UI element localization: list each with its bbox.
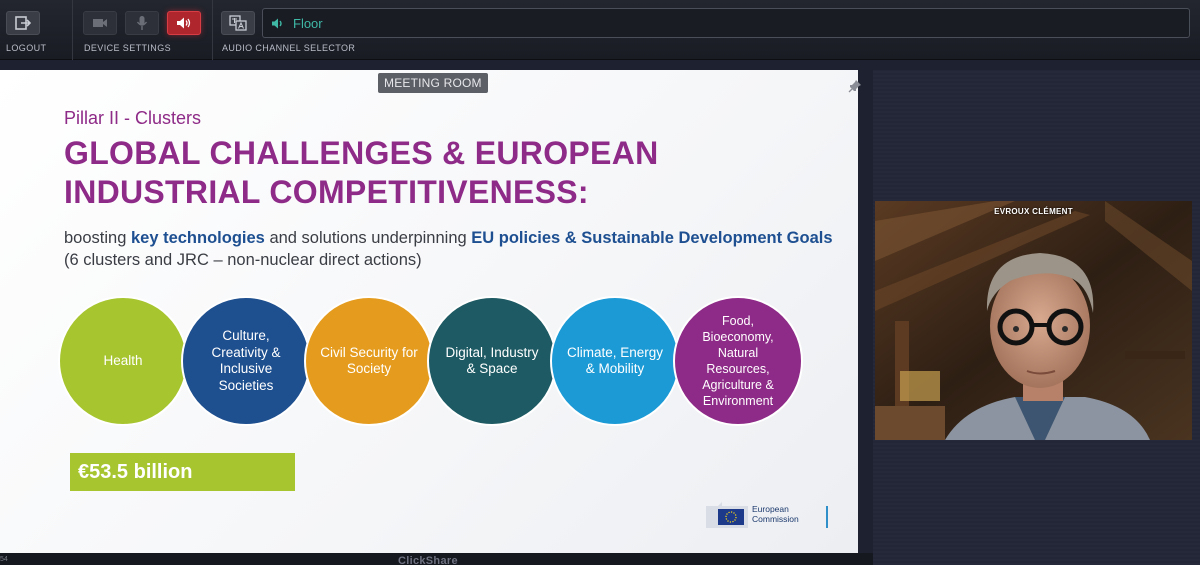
speaker-icon bbox=[272, 18, 282, 28]
microphone-button[interactable] bbox=[125, 11, 159, 35]
microphone-off-icon bbox=[136, 16, 148, 30]
european-commission-logo: European Commission bbox=[706, 498, 830, 532]
logout-icon bbox=[15, 16, 31, 30]
sub-text: boosting bbox=[64, 229, 131, 247]
speaker-button[interactable] bbox=[167, 11, 201, 35]
participant-name: EVROUX CLÉMENT bbox=[994, 207, 1073, 216]
eu-flag-icon bbox=[706, 502, 748, 528]
audio-channel-select[interactable]: Floor bbox=[262, 8, 1190, 38]
cluster-label: Civil Security for Society bbox=[320, 344, 418, 377]
logo-bar bbox=[826, 506, 828, 528]
camera-button[interactable] bbox=[83, 11, 117, 35]
camera-off-icon bbox=[93, 19, 107, 27]
logo-text: European Commission bbox=[752, 504, 799, 524]
budget-banner: €53.5 billion bbox=[70, 453, 295, 491]
sub-text: (6 clusters and JRC – non-nuclear direct… bbox=[64, 251, 422, 269]
slide-subline: boosting key technologies and solutions … bbox=[64, 227, 834, 271]
speaker-icon bbox=[177, 17, 191, 29]
cluster-label: Food, Bioeconomy, Natural Resources, Agr… bbox=[702, 314, 774, 408]
cluster-label: Digital, Industry & Space bbox=[445, 344, 539, 377]
participant-video[interactable]: EVROUX CLÉMENT bbox=[875, 201, 1192, 440]
participant-video-feed bbox=[875, 201, 1192, 440]
cluster-circle-health: Health bbox=[58, 296, 188, 426]
cluster-circle-digital: Digital, Industry & Space bbox=[427, 296, 557, 426]
slide-pillar: Pillar II - Clusters bbox=[64, 108, 202, 128]
logout-button[interactable] bbox=[6, 11, 40, 35]
device-settings-label: DEVICE SETTINGS bbox=[84, 43, 172, 53]
headline-line-2: INDUSTRIAL COMPETITIVENESS: bbox=[64, 174, 589, 210]
channel-value: Floor bbox=[293, 15, 323, 31]
cluster-circle-climate: Climate, Energy & Mobility bbox=[550, 296, 680, 426]
slide-headline: GLOBAL CHALLENGES & EUROPEAN INDUSTRIAL … bbox=[64, 134, 824, 212]
device-settings-group: DEVICE SETTINGS bbox=[78, 0, 212, 60]
audio-channel-label: AUDIO CHANNEL SELECTOR bbox=[222, 43, 356, 53]
logout-label: LOGOUT bbox=[6, 43, 47, 53]
pin-icon[interactable] bbox=[848, 79, 862, 93]
headline-line-1: GLOBAL CHALLENGES & EUROPEAN bbox=[64, 135, 659, 171]
cluster-label: Health bbox=[103, 352, 143, 368]
shared-slide: Pillar II - Clusters GLOBAL CHALLENGES &… bbox=[0, 70, 858, 553]
cluster-circle-food: Food, Bioeconomy, Natural Resources, Agr… bbox=[673, 296, 803, 426]
translate-button[interactable] bbox=[221, 11, 255, 35]
sub-eu-policies: EU policies & Sustainable Development Go… bbox=[471, 229, 833, 247]
sub-key-technologies: key technologies bbox=[130, 229, 265, 247]
logout-group: LOGOUT bbox=[0, 0, 72, 60]
cluster-label: Culture, Creativity & Inclusive Societie… bbox=[211, 328, 281, 393]
clickshare-label: ClickShare bbox=[398, 555, 458, 565]
slide-number: 54 bbox=[0, 556, 8, 563]
meeting-room-badge: MEETING ROOM bbox=[378, 73, 488, 93]
logo-line-1: European bbox=[752, 504, 789, 514]
sub-text: and solutions underpinning bbox=[264, 229, 472, 247]
translate-icon bbox=[229, 15, 247, 31]
cluster-circle-security: Civil Security for Society bbox=[304, 296, 434, 426]
toolbar-divider bbox=[212, 0, 213, 60]
toolbar-divider bbox=[72, 0, 73, 60]
top-toolbar: LOGOUT DEVICE SETTINGS AUDIO CHANNEL SEL… bbox=[0, 0, 1200, 60]
cluster-circle-culture: Culture, Creativity & Inclusive Societie… bbox=[181, 296, 311, 426]
cluster-label: Climate, Energy & Mobility bbox=[566, 344, 664, 377]
logo-line-2: Commission bbox=[752, 514, 799, 524]
